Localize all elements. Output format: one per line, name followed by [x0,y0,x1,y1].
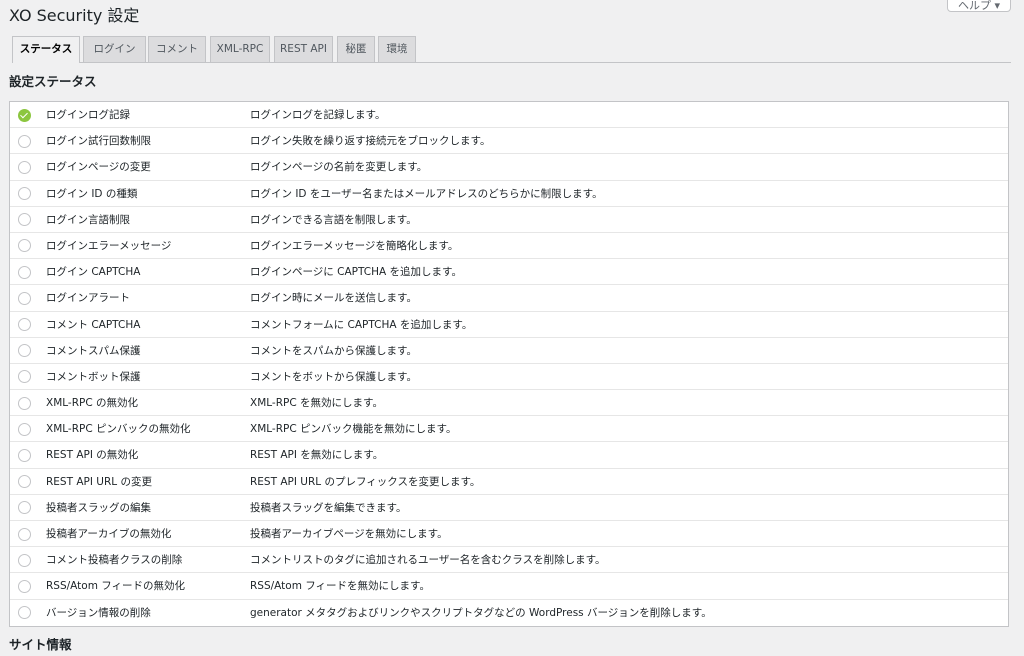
feature-name: バージョン情報の削除 [46,606,151,619]
tab-rest-api[interactable]: REST API [274,36,333,62]
tab-login[interactable]: ログイン [83,36,146,62]
feature-name: XML-RPC の無効化 [46,397,139,410]
feature-name: ログインアラート [46,292,130,305]
table-row: ログインエラーメッセージ ログインエラーメッセージを簡略化します。 [10,233,1008,260]
feature-description: ログインできる言語を制限します。 [250,213,417,226]
feature-description: ログイン ID をユーザー名またはメールアドレスのどちらかに制限します。 [250,187,603,200]
feature-name: 投稿者スラッグの編集 [46,501,151,514]
empty-circle-icon [18,527,31,541]
table-row: ログイン言語制限 ログインできる言語を制限します。 [10,207,1008,233]
feature-name: コメントスパム保護 [46,344,141,357]
table-row: コメント投稿者クラスの削除 コメントリストのタグに追加されるユーザー名を含むクラス… [10,547,1008,574]
feature-description: コメントフォームに CAPTCHA を追加します。 [250,318,473,331]
table-row: コメント CAPTCHA コメントフォームに CAPTCHA を追加します。 [10,312,1008,338]
feature-description: 投稿者スラッグを編集できます。 [250,501,407,514]
feature-name: REST API URL の変更 [46,475,152,488]
feature-description: REST API を無効にします。 [250,449,384,462]
table-row: 投稿者スラッグの編集 投稿者スラッグを編集できます。 [10,495,1008,521]
settings-tabs: ステータス ログイン コメント XML-RPC REST API 秘匿 環境 [12,36,1011,63]
table-row: コメントスパム保護 コメントをスパムから保護します。 [10,338,1008,364]
check-circle-icon [18,108,31,122]
tab-conceal[interactable]: 秘匿 [337,36,375,62]
site-info-section-title: サイト情報 [9,637,72,652]
empty-circle-icon [18,213,31,227]
table-row: バージョン情報の削除 generator メタタグおよびリンクやスクリプトタグなど… [10,600,1008,626]
feature-name: RSS/Atom フィードの無効化 [46,580,186,593]
feature-description: ログインページの名前を変更します。 [250,161,428,174]
feature-name: REST API の無効化 [46,449,139,462]
table-row: 投稿者アーカイブの無効化 投稿者アーカイブページを無効にします。 [10,521,1008,548]
feature-description: ログイン失敗を繰り返す接続元をブロックします。 [250,135,491,148]
empty-circle-icon [18,501,31,515]
tab-xml-rpc[interactable]: XML-RPC [210,36,270,62]
table-row: ログインアラート ログイン時にメールを送信します。 [10,285,1008,312]
feature-name: ログイン言語制限 [46,213,130,226]
table-row: ログイン CAPTCHA ログインページに CAPTCHA を追加します。 [10,259,1008,286]
empty-circle-icon [18,239,31,253]
feature-name: ログイン ID の種類 [46,187,138,200]
table-row: ログインログ記録 ログインログを記録します。 [10,102,1008,129]
feature-name: コメント CAPTCHA [46,318,141,331]
empty-circle-icon [18,187,31,201]
feature-name: ログイン CAPTCHA [46,266,141,279]
empty-circle-icon [18,606,31,620]
status-table: ログインログ記録 ログインログを記録します。ログイン試行回数制限 ログイン失敗を繰り… [9,101,1009,627]
feature-name: ログインログ記録 [46,109,130,121]
feature-description: generator メタタグおよびリンクやスクリプトタグなどの WordPres… [250,606,712,619]
feature-description: REST API URL のプレフィックスを変更します。 [250,475,481,488]
feature-description: コメントをスパムから保護します。 [250,344,417,357]
table-row: ログイン試行回数制限 ログイン失敗を繰り返す接続元をブロックします。 [10,128,1008,155]
feature-name: XML-RPC ピンバックの無効化 [46,423,191,436]
table-row: ログインページの変更 ログインページの名前を変更します。 [10,154,1008,181]
feature-name: ログインページの変更 [46,161,151,174]
feature-description: コメントをボットから保護します。 [250,370,417,383]
feature-description: XML-RPC ピンバック機能を無効にします。 [250,423,457,436]
feature-name: 投稿者アーカイブの無効化 [46,528,172,540]
feature-name: コメント投稿者クラスの削除 [46,554,183,567]
table-row: RSS/Atom フィードの無効化 RSS/Atom フィードを無効にします。 [10,573,1008,600]
empty-circle-icon [18,291,31,305]
table-row: ログイン ID の種類 ログイン ID をユーザー名またはメールアドレスのどちらか… [10,181,1008,207]
empty-circle-icon [18,396,31,410]
empty-circle-icon [18,160,31,174]
feature-name: ログインエラーメッセージ [46,239,172,252]
empty-circle-icon [18,344,31,358]
feature-name: コメントボット保護 [46,370,141,383]
empty-circle-icon [18,422,31,436]
empty-circle-icon [18,579,31,593]
empty-circle-icon [18,265,31,279]
page-title: XO Security 設定 [9,6,140,25]
table-row: REST API URL の変更 REST API URL のプレフィックスを変更… [10,469,1008,495]
feature-name: ログイン試行回数制限 [46,135,151,148]
table-row: REST API の無効化 REST API を無効にします。 [10,442,1008,469]
tab-status[interactable]: ステータス [12,36,80,63]
empty-circle-icon [18,134,31,148]
status-section-title: 設定ステータス [9,74,97,89]
empty-circle-icon [18,475,31,489]
feature-description: ログイン時にメールを送信します。 [250,292,417,305]
feature-description: 投稿者アーカイブページを無効にします。 [250,528,448,540]
feature-description: ログインエラーメッセージを簡略化します。 [250,239,459,252]
table-row: コメントボット保護 コメントをボットから保護します。 [10,364,1008,391]
table-row: XML-RPC ピンバックの無効化 XML-RPC ピンバック機能を無効にします。 [10,416,1008,443]
empty-circle-icon [18,448,31,462]
help-button[interactable]: ヘルプ ▾ [947,0,1011,12]
empty-circle-icon [18,370,31,384]
feature-description: ログインログを記録します。 [250,109,386,121]
tab-comment[interactable]: コメント [148,36,206,62]
tab-environment[interactable]: 環境 [378,36,416,62]
feature-description: コメントリストのタグに追加されるユーザー名を含むクラスを削除します。 [250,554,606,567]
feature-description: RSS/Atom フィードを無効にします。 [250,580,431,593]
table-row: XML-RPC の無効化 XML-RPC を無効にします。 [10,390,1008,417]
feature-description: ログインページに CAPTCHA を追加します。 [250,266,462,279]
feature-description: XML-RPC を無効にします。 [250,397,383,410]
empty-circle-icon [18,318,31,331]
empty-circle-icon [18,553,31,567]
